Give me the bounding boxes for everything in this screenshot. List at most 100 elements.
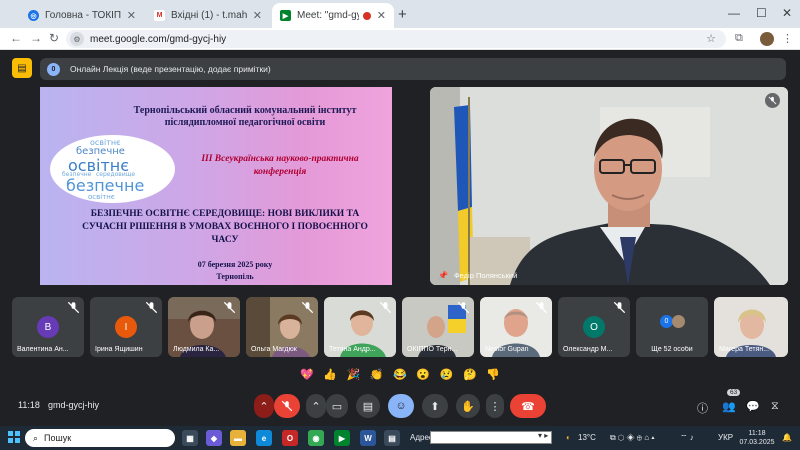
reaction-thumbs-up-icon[interactable]: 👍 bbox=[323, 368, 337, 381]
address-bar[interactable]: ⚙ meet.google.com/gmd-gycj-hiy ☆ bbox=[66, 30, 726, 48]
chevron-up-icon: ⌃ bbox=[259, 400, 269, 413]
more-options-button[interactable]: ⋮ bbox=[486, 394, 504, 418]
reaction-surprised-icon[interactable]: 😮 bbox=[416, 368, 430, 381]
windows-taskbar: ⌕ Пошук ▦ ◆ ▬ e O ◉ ▶ W ▤ Адреса ▾ ▸ ◐ 1… bbox=[0, 426, 800, 450]
windows-start-icon[interactable] bbox=[8, 431, 20, 443]
mic-off-icon bbox=[613, 301, 626, 314]
tray-icons[interactable]: ⧉ ⬡ ◈ ⊕ ⌂ ▴ bbox=[610, 433, 655, 443]
slide-topic: БЕЗПЕЧНЕ ОСВІТНЄ СЕРЕДОВИЩЕ: НОВІ ВИКЛИК… bbox=[82, 209, 368, 245]
taskbar-search-text: Пошук bbox=[44, 433, 72, 443]
activities-icon[interactable]: ⧖ bbox=[771, 400, 779, 413]
tab-title: Головна - ТОКІППО bbox=[45, 10, 121, 21]
participant-tile[interactable]: Ольга Магдюк bbox=[246, 297, 318, 357]
reaction-thinking-icon[interactable]: 🤔 bbox=[463, 368, 477, 381]
tab-title: Вхідні (1) - t.mahera@ippo.ed... bbox=[171, 10, 247, 21]
mic-off-icon bbox=[145, 301, 158, 314]
meet-stage: ▤ 0 Онлайн Лекція (веде презентацію, дод… bbox=[0, 50, 800, 426]
mic-options-button[interactable]: ⌃ bbox=[254, 394, 274, 418]
tab-toippo[interactable]: ◎ Головна - ТОКІППО ✕ bbox=[20, 3, 144, 28]
more-participants-tile[interactable]: 0 Ще 52 особи bbox=[636, 297, 708, 357]
weather-icon: ◐ bbox=[566, 433, 571, 442]
reload-icon[interactable]: ↻ bbox=[49, 31, 59, 45]
file-explorer-icon[interactable]: ▬ bbox=[230, 430, 246, 446]
opera-icon[interactable]: O bbox=[282, 430, 298, 446]
site-info-icon[interactable]: ⚙ bbox=[70, 32, 84, 46]
chat-icon[interactable]: 💬 bbox=[746, 400, 760, 413]
close-tab-icon[interactable]: ✕ bbox=[253, 9, 262, 22]
task-view-icon[interactable]: ▦ bbox=[182, 430, 198, 446]
app-icon[interactable]: ▤ bbox=[384, 430, 400, 446]
mic-off-icon bbox=[67, 301, 80, 314]
participant-tile[interactable]: Nestor Gupan bbox=[480, 297, 552, 357]
participant-tile[interactable]: В Валентина Ан... bbox=[12, 297, 84, 357]
tab-title: Meet: "gmd-gycj-hiy" bbox=[297, 10, 359, 21]
profile-avatar[interactable] bbox=[760, 32, 774, 46]
new-tab-button[interactable]: + bbox=[398, 6, 407, 23]
participant-name: Тетяна Андр... bbox=[329, 346, 376, 353]
word-icon[interactable]: W bbox=[360, 430, 376, 446]
people-icon[interactable]: 👥 bbox=[722, 400, 736, 413]
speaker-name: Федір Полянський bbox=[453, 271, 518, 280]
reactions-bar: 💖 👍 🎉 👏 😂 😮 😢 🤔 👎 bbox=[300, 365, 500, 383]
participant-name: Олександр М... bbox=[563, 346, 613, 353]
people-count-badge: 63 bbox=[727, 389, 741, 396]
edge-icon[interactable]: e bbox=[256, 430, 272, 446]
reaction-party-icon[interactable]: 🎉 bbox=[347, 368, 361, 381]
participant-avatar: І bbox=[115, 316, 137, 338]
close-tab-icon[interactable]: ✕ bbox=[377, 9, 386, 22]
extensions-icon[interactable]: ⧉ bbox=[735, 32, 743, 45]
chrome-icon[interactable]: ◉ bbox=[308, 430, 324, 446]
shared-slide: Тернопільський обласний комунальний інст… bbox=[40, 87, 392, 285]
participant-tile[interactable]: О Олександр М... bbox=[558, 297, 630, 357]
mic-toggle-button[interactable] bbox=[274, 394, 300, 418]
camera-options-button[interactable]: ⌃ bbox=[306, 394, 326, 418]
maximize-icon[interactable]: ☐ bbox=[756, 6, 767, 20]
presentation-icon[interactable]: ▤ bbox=[12, 58, 32, 78]
system-clock[interactable]: 11:18 07.03.2025 bbox=[738, 429, 776, 447]
address-toolbar-input[interactable] bbox=[430, 431, 552, 444]
network-volume-icons[interactable]: ⌔ ♪ bbox=[680, 433, 694, 443]
close-window-icon[interactable]: ✕ bbox=[782, 6, 792, 20]
address-dropdown-icon[interactable]: ▾ ▸ bbox=[538, 431, 548, 440]
close-tab-icon[interactable]: ✕ bbox=[127, 9, 136, 22]
info-icon[interactable]: ⓘ bbox=[697, 400, 708, 416]
reaction-thumbs-down-icon[interactable]: 👎 bbox=[486, 368, 500, 381]
taskbar-search[interactable]: ⌕ Пошук bbox=[25, 429, 175, 447]
tab-meet[interactable]: ▶ Meet: "gmd-gycj-hiy" ✕ bbox=[272, 3, 394, 28]
raise-hand-button[interactable]: ✋ bbox=[456, 394, 480, 418]
minimize-icon[interactable]: — bbox=[728, 6, 740, 20]
forward-icon[interactable]: → bbox=[30, 31, 42, 45]
copilot-icon[interactable]: ◆ bbox=[206, 430, 222, 446]
reaction-laugh-icon[interactable]: 😂 bbox=[393, 368, 407, 381]
leave-call-button[interactable]: ☎ bbox=[510, 394, 546, 418]
slide-date-place: 07 березня 2025 року Тернопіль bbox=[170, 259, 300, 283]
menu-icon[interactable]: ⋮ bbox=[782, 32, 793, 45]
language-indicator[interactable]: УКР bbox=[718, 433, 733, 442]
meet-taskbar-icon[interactable]: ▶ bbox=[334, 430, 350, 446]
presentation-banner: 0 Онлайн Лекція (веде презентацію, додає… bbox=[40, 58, 786, 80]
slide-date: 07 березня 2025 року bbox=[197, 260, 273, 269]
presentation-title: Онлайн Лекція (веде презентацію, додає п… bbox=[70, 64, 271, 74]
reaction-sad-icon[interactable]: 😢 bbox=[440, 368, 454, 381]
participant-tile[interactable]: Магера Тетян... bbox=[714, 297, 788, 357]
reaction-clap-icon[interactable]: 👏 bbox=[370, 368, 384, 381]
tab-gmail[interactable]: M Вхідні (1) - t.mahera@ippo.ed... ✕ bbox=[146, 3, 270, 28]
bookmark-star-icon[interactable]: ☆ bbox=[706, 32, 716, 45]
captions-button[interactable]: ▤ bbox=[356, 394, 380, 418]
present-icon: ⬆ bbox=[430, 400, 440, 413]
emoji-button[interactable]: ☺ bbox=[388, 394, 414, 418]
camera-toggle-button[interactable]: ▭ bbox=[326, 394, 348, 418]
participant-tile[interactable]: Тетяна Андр... bbox=[324, 297, 396, 357]
participant-tile[interactable]: ОКІППО Терн... bbox=[402, 297, 474, 357]
participant-tile[interactable]: І Ірина Ящишин bbox=[90, 297, 162, 357]
mic-off-icon bbox=[765, 93, 780, 108]
reaction-heart-icon[interactable]: 💖 bbox=[300, 368, 314, 381]
notifications-icon[interactable]: 🔔 bbox=[782, 433, 792, 442]
present-button[interactable]: ⬆ bbox=[422, 394, 448, 418]
participant-tile[interactable]: Людмила Ка... bbox=[168, 297, 240, 357]
captions-icon: ▤ bbox=[362, 400, 374, 413]
pin-icon[interactable]: 📌 bbox=[438, 271, 448, 280]
back-icon[interactable]: ← bbox=[10, 31, 22, 45]
speaker-tile[interactable]: 📌 Федір Полянський bbox=[430, 87, 788, 285]
participant-avatar: О bbox=[583, 316, 605, 338]
